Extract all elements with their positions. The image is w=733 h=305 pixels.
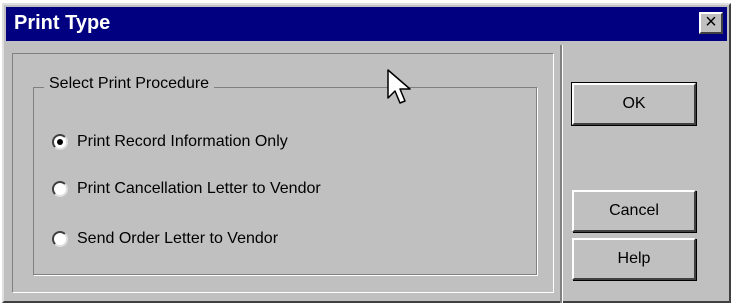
radio-label[interactable]: Print Cancellation Letter to Vendor — [77, 180, 321, 198]
radio-button[interactable] — [52, 181, 68, 197]
group-legend: Select Print Procedure — [44, 75, 215, 93]
radio-print-cancellation-letter[interactable]: Print Cancellation Letter to Vendor — [52, 180, 321, 198]
radio-send-order-letter[interactable]: Send Order Letter to Vendor — [52, 230, 278, 248]
radio-label[interactable]: Send Order Letter to Vendor — [77, 230, 278, 248]
radio-button[interactable] — [52, 134, 68, 150]
dialog-title: Print Type — [14, 12, 111, 34]
ok-button[interactable]: OK — [571, 82, 697, 126]
radio-button[interactable] — [52, 231, 68, 247]
title-bar[interactable]: Print Type × — [6, 7, 727, 41]
close-icon: × — [705, 11, 717, 33]
help-button[interactable]: Help — [572, 238, 696, 280]
radio-print-record-info[interactable]: Print Record Information Only — [52, 133, 288, 151]
mouse-pointer-icon — [387, 69, 411, 104]
vertical-separator — [560, 45, 562, 303]
cancel-button[interactable]: Cancel — [572, 190, 696, 232]
radio-label[interactable]: Print Record Information Only — [77, 133, 288, 151]
close-button[interactable]: × — [699, 12, 723, 34]
radio-selected-dot — [57, 139, 63, 145]
